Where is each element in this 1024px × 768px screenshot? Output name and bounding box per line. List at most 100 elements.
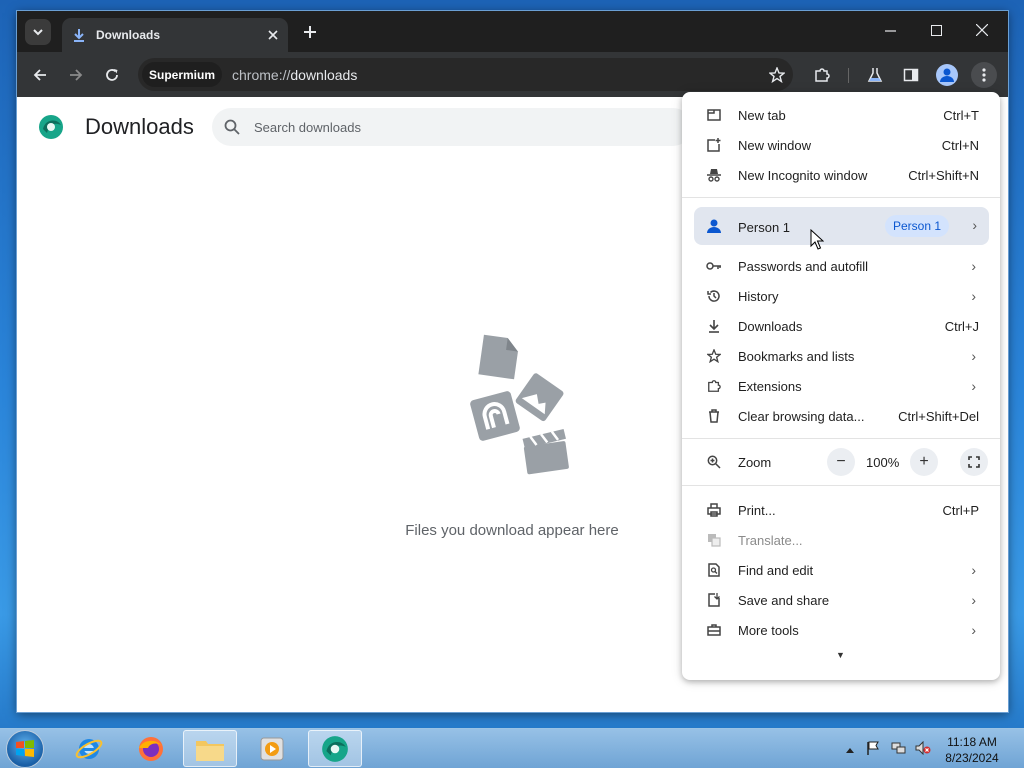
page-title: Downloads (85, 114, 194, 139)
windows-logo-icon (16, 740, 34, 757)
folder-icon (196, 740, 224, 761)
taskbar-firefox[interactable] (124, 730, 178, 767)
profile-button[interactable] (934, 62, 960, 88)
chevron-right-icon: › (971, 562, 976, 578)
menu-find-and-edit[interactable]: Find and edit › (682, 555, 1000, 585)
key-icon (706, 258, 722, 274)
toolbar-separator (848, 68, 849, 83)
menu-save-and-share[interactable]: Save and share › (682, 585, 1000, 615)
search-downloads-field[interactable]: Search downloads (212, 108, 692, 146)
action-center-flag-icon[interactable] (866, 741, 880, 758)
search-icon (224, 119, 240, 135)
media-player-icon (260, 737, 284, 760)
new-tab-button[interactable] (298, 20, 322, 44)
menu-bookmarks[interactable]: Bookmarks and lists › (682, 341, 1000, 371)
save-share-icon (706, 592, 722, 608)
menu-divider (682, 197, 1000, 198)
kebab-menu-icon (982, 68, 986, 82)
person-icon (706, 218, 722, 237)
minimize-icon (884, 29, 896, 32)
find-page-icon (706, 562, 722, 578)
tab-strip: Downloads (17, 11, 1008, 52)
new-tab-icon (706, 107, 722, 123)
menu-person-row[interactable]: Person 1 Person 1 › (694, 207, 989, 245)
download-icon (74, 29, 84, 42)
menu-button[interactable] (971, 62, 997, 88)
zoom-icon (706, 454, 722, 470)
menu-new-tab[interactable]: New tab Ctrl+T (682, 100, 1000, 130)
toolbox-icon (706, 622, 722, 638)
chevron-right-icon: › (971, 592, 976, 608)
plus-icon (304, 26, 316, 38)
fullscreen-button[interactable] (960, 448, 988, 476)
search-placeholder: Search downloads (254, 119, 361, 135)
tab-search-button[interactable] (25, 19, 51, 45)
site-chip[interactable]: Supermium (142, 62, 223, 87)
menu-history[interactable]: History › (682, 281, 1000, 311)
star-icon[interactable] (769, 66, 785, 83)
labs-button[interactable] (862, 62, 888, 88)
chevron-right-icon: › (971, 348, 976, 364)
zoom-in-button[interactable]: + (910, 448, 938, 476)
mouse-cursor-icon (810, 229, 824, 250)
translate-icon (706, 532, 722, 548)
menu-clear-browsing-data[interactable]: Clear browsing data... Ctrl+Shift+Del (682, 401, 1000, 431)
clock-date: 8/23/2024 (945, 751, 999, 765)
chevron-right-icon: › (971, 378, 976, 394)
side-panel-button[interactable] (898, 62, 924, 88)
taskbar-internet-explorer[interactable] (62, 730, 116, 767)
supermium-icon (322, 735, 348, 762)
minimize-button[interactable] (867, 11, 913, 49)
menu-print[interactable]: Print... Ctrl+P (682, 495, 1000, 525)
menu-new-incognito[interactable]: New Incognito window Ctrl+Shift+N (682, 160, 1000, 190)
flask-icon (867, 68, 883, 82)
taskbar: 11:18 AM 8/23/2024 (0, 728, 1024, 768)
forward-button[interactable] (63, 62, 89, 88)
menu-zoom: Zoom − 100% + (682, 447, 1000, 477)
puzzle-icon (815, 68, 830, 82)
address-bar[interactable]: Supermium chrome://downloads (138, 58, 793, 91)
supermium-logo (39, 115, 63, 139)
reload-button[interactable] (99, 62, 125, 88)
taskbar-file-explorer[interactable] (183, 730, 237, 767)
start-button[interactable] (6, 730, 44, 768)
menu-downloads[interactable]: Downloads Ctrl+J (682, 311, 1000, 341)
close-icon (976, 24, 988, 36)
person-label: Person 1 (738, 220, 791, 235)
menu-passwords[interactable]: Passwords and autofill › (682, 251, 1000, 281)
app-menu: New tab Ctrl+T New window Ctrl+N New Inc… (682, 92, 1000, 680)
back-button[interactable] (27, 62, 53, 88)
volume-muted-icon[interactable] (915, 740, 931, 758)
menu-divider (682, 438, 1000, 439)
menu-extensions[interactable]: Extensions › (682, 371, 1000, 401)
menu-translate: Translate... (682, 525, 1000, 555)
show-hidden-icons-icon[interactable] (846, 741, 854, 756)
chevron-right-icon: › (971, 622, 976, 638)
menu-more-tools[interactable]: More tools › (682, 615, 1000, 645)
taskbar-media-player[interactable] (245, 730, 299, 767)
zoom-out-button[interactable]: − (827, 448, 855, 476)
close-tab-icon[interactable] (268, 30, 278, 40)
taskbar-supermium[interactable] (308, 730, 362, 767)
menu-scroll-down-icon[interactable]: ▼ (836, 650, 845, 660)
chevron-right-icon: › (972, 217, 977, 233)
toolbar: Supermium chrome://downloads (17, 52, 1008, 97)
menu-new-window[interactable]: New window Ctrl+N (682, 130, 1000, 160)
arrow-right-icon (70, 69, 83, 81)
extensions-button[interactable] (809, 62, 835, 88)
firefox-icon (139, 736, 163, 761)
empty-downloads-illustration (470, 334, 569, 475)
star-icon (706, 348, 722, 364)
chevron-right-icon: › (971, 288, 976, 304)
chevron-right-icon: › (971, 258, 976, 274)
close-window-button[interactable] (959, 11, 1005, 49)
network-icon[interactable] (891, 741, 907, 758)
tab-downloads[interactable]: Downloads (62, 18, 288, 52)
puzzle-icon (706, 378, 722, 394)
url-text[interactable]: chrome://downloads (232, 67, 357, 83)
system-clock[interactable]: 11:18 AM 8/23/2024 (932, 734, 1012, 766)
maximize-button[interactable] (913, 11, 959, 49)
zoom-level: 100% (866, 454, 900, 470)
internet-explorer-icon (75, 738, 103, 759)
maximize-icon (930, 24, 942, 36)
